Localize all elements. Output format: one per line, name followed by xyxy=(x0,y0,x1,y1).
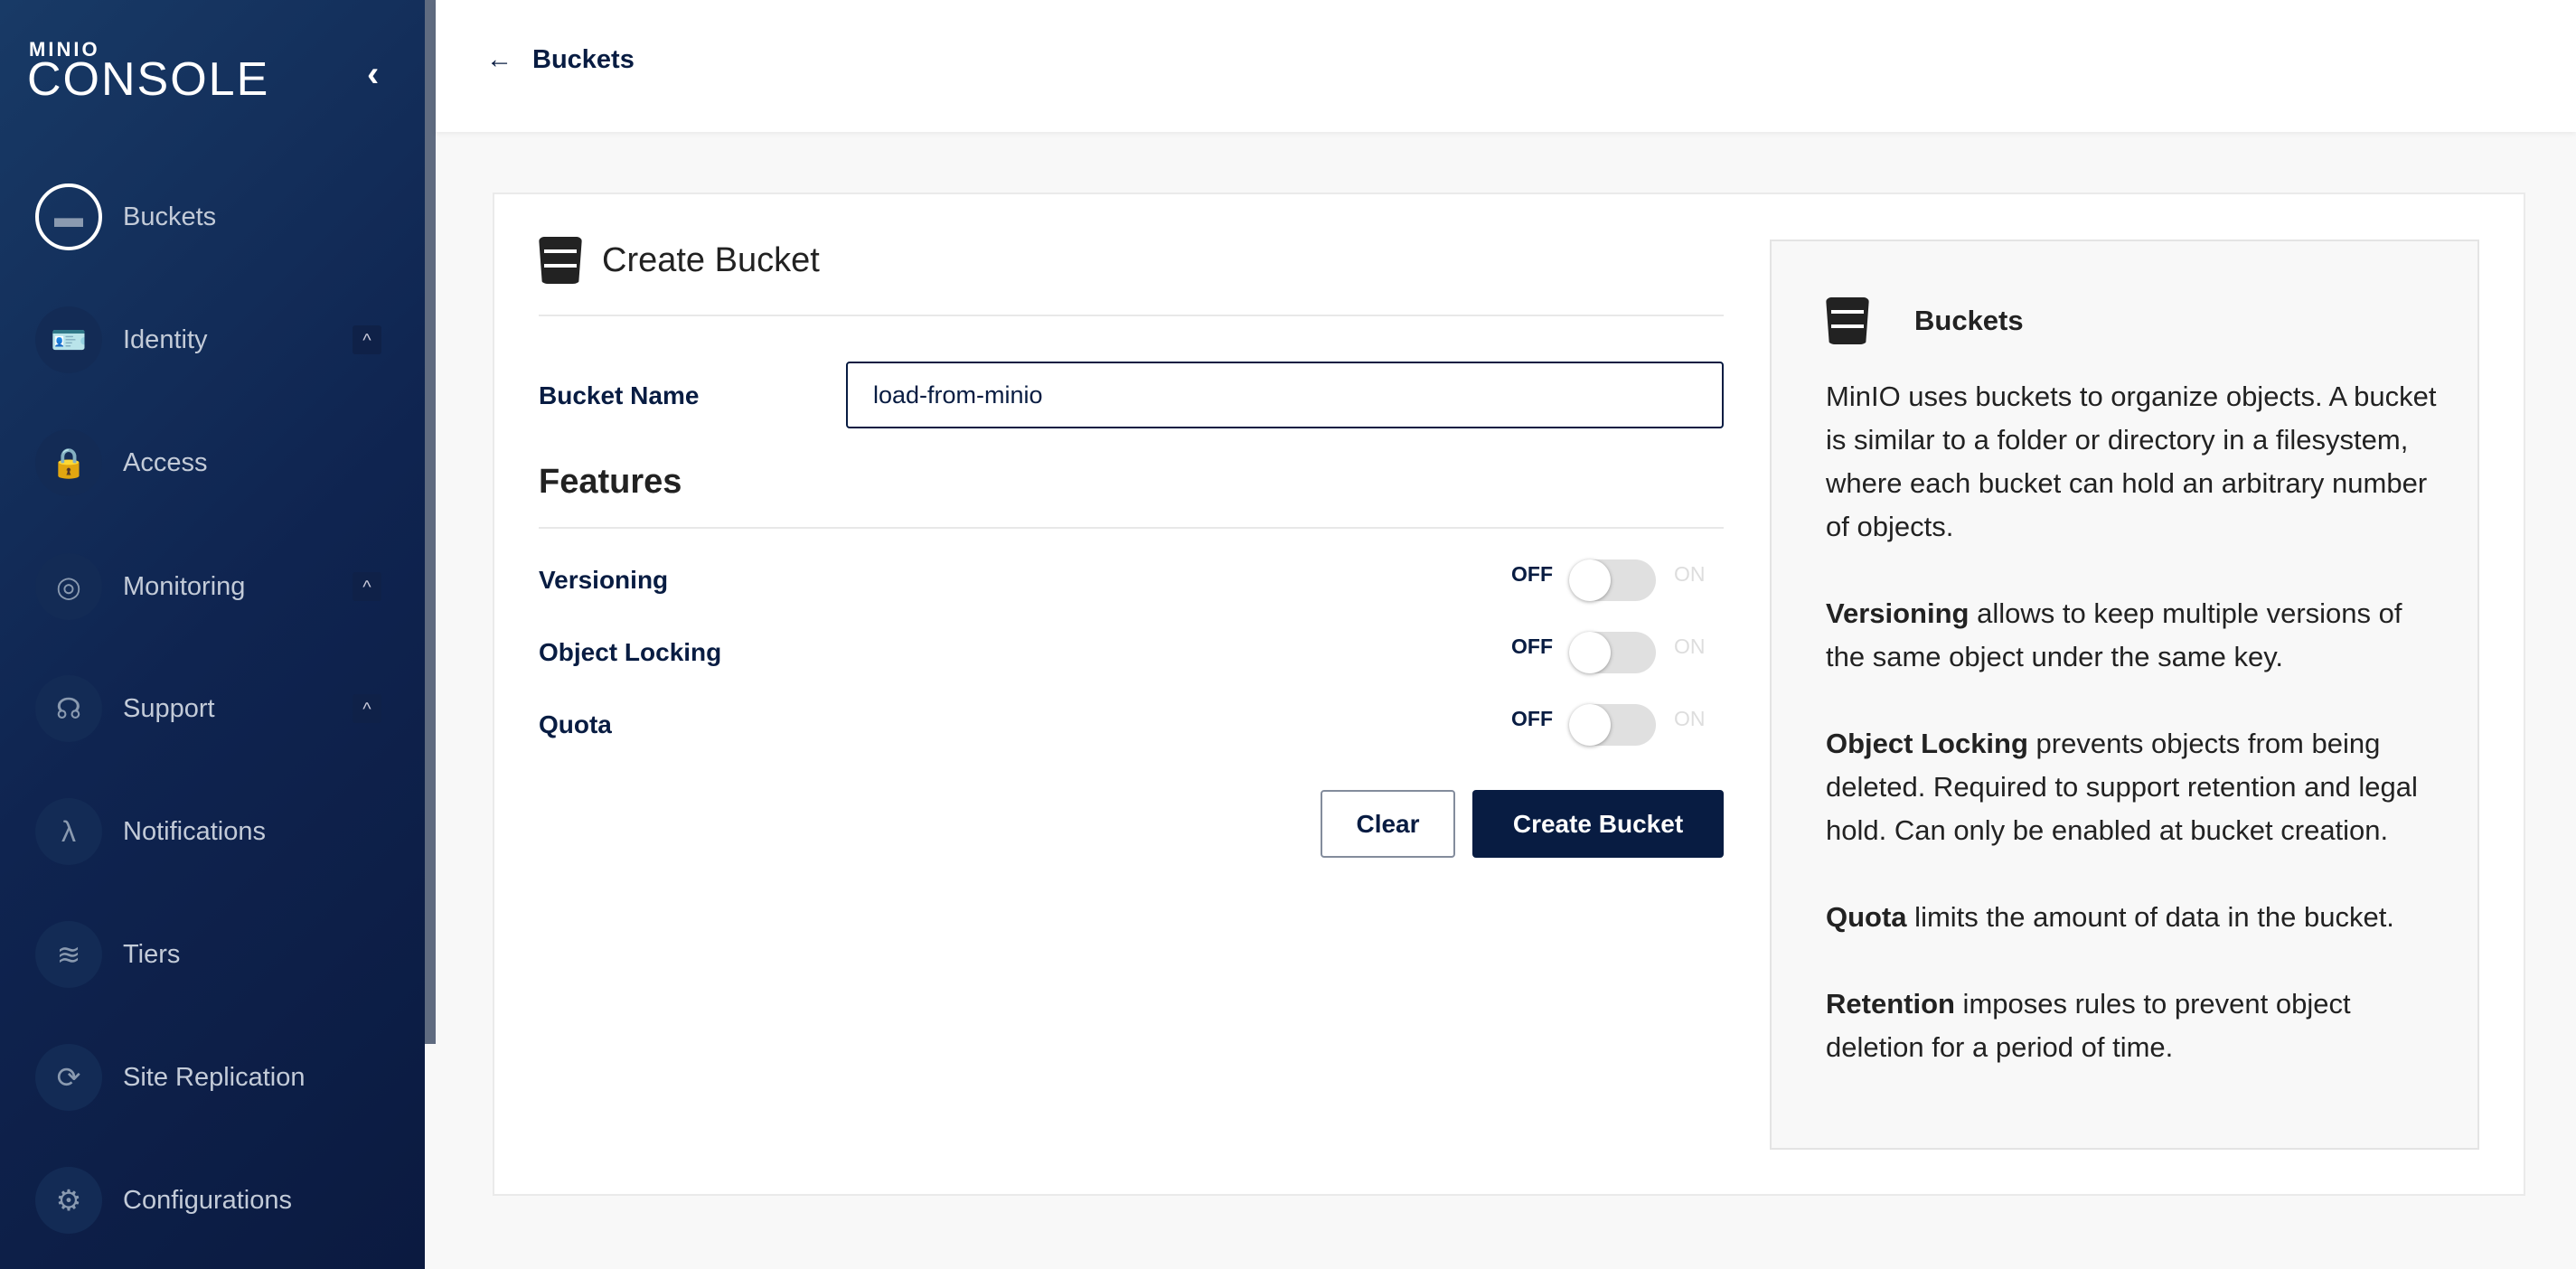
feature-toggle[interactable] xyxy=(1569,632,1656,673)
sidebar-item-label: Buckets xyxy=(123,202,217,231)
feature-label: Object Locking xyxy=(539,638,722,666)
page-title: Create Bucket xyxy=(539,237,820,284)
lambda-icon: λ xyxy=(35,798,102,865)
logo-console: CONSOLE xyxy=(27,53,270,106)
toggle-off-label: OFF xyxy=(1511,707,1553,730)
bucket-name-input[interactable] xyxy=(846,362,1724,428)
help-title-text: Buckets xyxy=(1914,305,2024,336)
sidebar-scrollbar[interactable] xyxy=(425,0,436,1044)
feature-toggle[interactable] xyxy=(1569,559,1656,601)
sidebar-item-label: Support xyxy=(123,693,215,723)
toggle-on-label: ON xyxy=(1674,634,1706,658)
sidebar-item-label: Identity xyxy=(123,324,208,354)
sidebar-item-access[interactable]: 🔒 Access xyxy=(0,418,416,508)
help-intro: MinIO uses buckets to organize objects. … xyxy=(1826,381,2437,542)
sidebar-item-buckets[interactable]: ▬ Buckets xyxy=(0,172,416,262)
sidebar-item-label: Configurations xyxy=(123,1185,292,1215)
lock-shield-icon: 🔒 xyxy=(35,429,102,496)
sidebar-item-configurations[interactable]: ⚙ Configurations xyxy=(0,1155,416,1246)
layers-icon: ≋ xyxy=(35,921,102,988)
feature-label: Versioning xyxy=(539,566,669,594)
id-card-icon: 🪪 xyxy=(35,306,102,373)
toggle-on-label: ON xyxy=(1674,707,1706,730)
sidebar-item-site-replication[interactable]: ⟳ Site Replication xyxy=(0,1032,416,1123)
page-title-text: Create Bucket xyxy=(602,240,820,279)
divider xyxy=(539,527,1724,529)
toggle-off-label: OFF xyxy=(1511,634,1553,658)
create-bucket-button[interactable]: Create Bucket xyxy=(1472,790,1724,858)
collapse-sidebar-button[interactable]: ‹ xyxy=(367,54,379,95)
monitoring-icon: ◎ xyxy=(35,553,102,620)
sidebar-item-label: Notifications xyxy=(123,816,266,846)
help-title: Buckets xyxy=(1826,297,2024,344)
sidebar-item-label: Monitoring xyxy=(123,571,246,601)
replication-icon: ⟳ xyxy=(35,1044,102,1111)
help-paragraph: Versioning allows to keep multiple versi… xyxy=(1826,592,2440,679)
chevron-up-icon[interactable]: ^ xyxy=(353,694,381,723)
sidebar-item-tiers[interactable]: ≋ Tiers xyxy=(0,909,416,1000)
chevron-up-icon[interactable]: ^ xyxy=(353,325,381,354)
arrow-left-icon: ← xyxy=(486,45,512,74)
sidebar: MINIO CONSOLE ‹ ▬ Buckets 🪪 Identity ^ 🔒 Acces… xyxy=(0,0,425,1269)
bucket-icon xyxy=(1826,297,1869,344)
help-text: limits the amount of data in the bucket. xyxy=(1906,901,2394,933)
help-paragraph: Quota limits the amount of data in the b… xyxy=(1826,896,2440,939)
help-term: Versioning xyxy=(1826,597,1970,629)
back-to-buckets-link[interactable]: ← Buckets xyxy=(486,45,635,75)
help-paragraph: Retention imposes rules to prevent objec… xyxy=(1826,982,2440,1069)
help-term: Quota xyxy=(1826,901,1907,933)
chevron-up-icon[interactable]: ^ xyxy=(353,572,381,601)
toggle-knob xyxy=(1569,559,1611,601)
sidebar-item-identity[interactable]: 🪪 Identity ^ xyxy=(0,295,416,385)
sidebar-item-monitoring[interactable]: ◎ Monitoring ^ xyxy=(0,541,416,632)
help-term: Object Locking xyxy=(1826,728,2028,759)
sidebar-item-notifications[interactable]: λ Notifications xyxy=(0,786,416,877)
bucket-icon: ▬ xyxy=(35,183,102,250)
bucket-name-label: Bucket Name xyxy=(539,381,700,409)
sidebar-item-label: Access xyxy=(123,447,208,477)
divider xyxy=(539,315,1724,316)
features-heading: Features xyxy=(539,463,682,501)
back-label: Buckets xyxy=(532,45,635,74)
clear-button[interactable]: Clear xyxy=(1321,790,1455,858)
header xyxy=(436,0,2576,132)
bucket-icon xyxy=(539,237,582,284)
sidebar-item-label: Tiers xyxy=(123,939,181,969)
help-paragraph: Object Locking prevents objects from bei… xyxy=(1826,722,2440,852)
toggle-on-label: ON xyxy=(1674,562,1706,586)
support-icon: ☊ xyxy=(35,675,102,742)
help-body: MinIO uses buckets to organize objects. … xyxy=(1826,375,2440,1113)
toggle-off-label: OFF xyxy=(1511,562,1553,586)
toggle-knob xyxy=(1569,704,1611,746)
feature-label: Quota xyxy=(539,710,612,738)
toggle-knob xyxy=(1569,632,1611,673)
sidebar-item-label: Site Replication xyxy=(123,1062,306,1092)
help-panel: Buckets MinIO uses buckets to organize o… xyxy=(1770,240,2479,1150)
help-term: Retention xyxy=(1826,988,1955,1020)
feature-toggle[interactable] xyxy=(1569,704,1656,746)
gear-icon: ⚙ xyxy=(35,1167,102,1234)
sidebar-item-support[interactable]: ☊ Support ^ xyxy=(0,663,416,754)
